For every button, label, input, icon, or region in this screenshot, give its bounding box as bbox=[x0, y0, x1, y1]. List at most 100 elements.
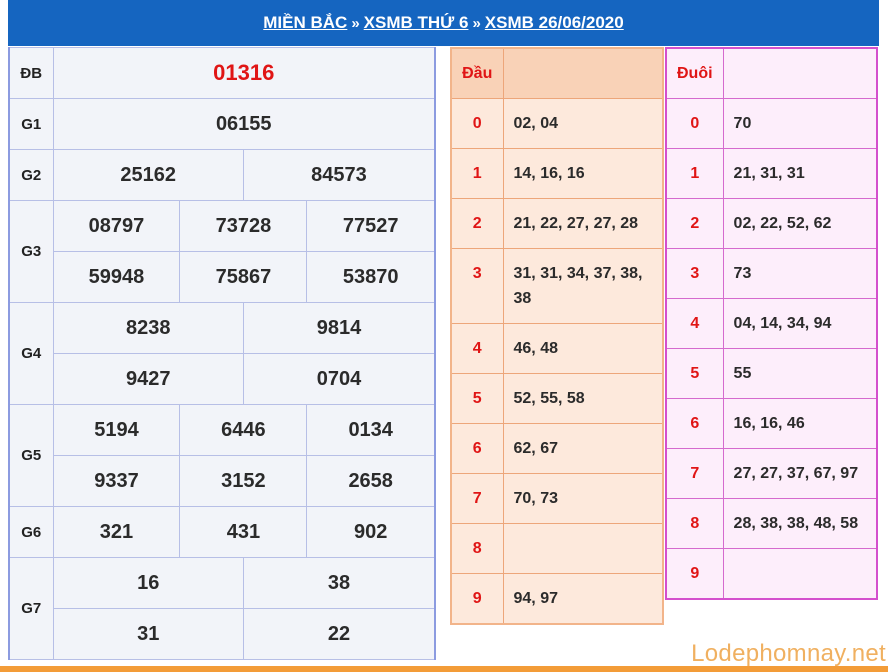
duoi-value: 21, 31, 31 bbox=[722, 148, 878, 199]
dau-row: 9 94, 97 bbox=[450, 573, 664, 625]
dau-key: 9 bbox=[450, 573, 504, 625]
prize-number: 9427 bbox=[52, 353, 244, 405]
duoi-key: 3 bbox=[665, 248, 724, 299]
duoi-row: 3 73 bbox=[665, 248, 878, 299]
dau-value: 94, 97 bbox=[502, 573, 664, 625]
duoi-value: 04, 14, 34, 94 bbox=[722, 298, 878, 349]
dau-value: 02, 04 bbox=[502, 98, 664, 149]
site-watermark: Lodephomnay.net bbox=[691, 640, 886, 667]
prize-number: 59948 bbox=[52, 251, 181, 303]
dau-row: 8 bbox=[450, 523, 664, 574]
duoi-row: 6 16, 16, 46 bbox=[665, 398, 878, 449]
prize-number: 0704 bbox=[242, 353, 436, 405]
dau-row: 5 52, 55, 58 bbox=[450, 373, 664, 424]
dau-key: 5 bbox=[450, 373, 504, 424]
prize-number: 25162 bbox=[52, 149, 244, 201]
dau-value: 52, 55, 58 bbox=[502, 373, 664, 424]
dau-value: 62, 67 bbox=[502, 423, 664, 474]
dau-value: 21, 22, 27, 27, 28 bbox=[502, 198, 664, 249]
dau-key: 6 bbox=[450, 423, 504, 474]
prize-number: 16 bbox=[52, 557, 244, 609]
prize-row-db: ĐB 01316 bbox=[8, 47, 436, 99]
duoi-row: 9 bbox=[665, 548, 878, 600]
prize-number: 902 bbox=[306, 506, 436, 558]
duoi-row: 8 28, 38, 38, 48, 58 bbox=[665, 498, 878, 549]
duoi-value: 70 bbox=[722, 98, 878, 149]
dau-key: 7 bbox=[450, 473, 504, 524]
prize-row-g7: 31 22 bbox=[9, 608, 436, 660]
duoi-value: 28, 38, 38, 48, 58 bbox=[722, 498, 878, 549]
breadcrumb-separator: » bbox=[351, 15, 360, 32]
prize-row-g6: G6 321 431 902 bbox=[8, 506, 436, 558]
duoi-header-row: Đuôi bbox=[665, 47, 878, 99]
prize-number: 3152 bbox=[179, 455, 308, 507]
prize-number: 431 bbox=[179, 506, 308, 558]
dau-key: 4 bbox=[450, 323, 504, 374]
prize-row-g2: G2 25162 84573 bbox=[8, 149, 436, 201]
dau-key: 1 bbox=[450, 148, 504, 199]
breadcrumb-xsmb-date-link[interactable]: XSMB 26/06/2020 bbox=[485, 13, 624, 32]
duoi-table: Đuôi 0 70 1 21, 31, 31 2 02, 22, 52, 62 3 73… bbox=[665, 47, 878, 600]
prize-number: 38 bbox=[242, 557, 436, 609]
prize-number: 73728 bbox=[179, 200, 308, 252]
dau-header: Đầu bbox=[450, 47, 504, 99]
dau-value bbox=[502, 523, 664, 574]
breadcrumb-xsmb-thu6-link[interactable]: XSMB THỨ 6 bbox=[364, 13, 469, 32]
dau-key: 0 bbox=[450, 98, 504, 149]
duoi-row: 5 55 bbox=[665, 348, 878, 399]
dau-row: 2 21, 22, 27, 27, 28 bbox=[450, 198, 664, 249]
prize-label: G7 bbox=[8, 557, 54, 660]
breadcrumb-mien-bac-link[interactable]: MIỀN BẮC bbox=[263, 13, 347, 32]
prize-row-g4: G4 8238 9814 bbox=[8, 302, 436, 405]
prize-number: 77527 bbox=[306, 200, 436, 252]
dau-value: 70, 73 bbox=[502, 473, 664, 524]
duoi-key: 0 bbox=[665, 98, 724, 149]
prize-number: 5194 bbox=[52, 404, 181, 456]
prize-row-g5: 9337 3152 2658 bbox=[9, 455, 436, 507]
dau-row: 0 02, 04 bbox=[450, 98, 664, 149]
prize-label: G1 bbox=[8, 98, 54, 150]
dau-row: 7 70, 73 bbox=[450, 473, 664, 524]
prize-row-g3: 59948 75867 53870 bbox=[9, 251, 436, 303]
dau-row: 3 31, 31, 34, 37, 38, 38 bbox=[450, 248, 664, 324]
breadcrumb-separator: » bbox=[472, 15, 481, 32]
dau-key: 2 bbox=[450, 198, 504, 249]
prize-number: 321 bbox=[52, 506, 181, 558]
duoi-value: 02, 22, 52, 62 bbox=[722, 198, 878, 249]
breadcrumb: MIỀN BẮC» XSMB THỨ 6» XSMB 26/06/2020 bbox=[8, 0, 879, 46]
prize-number: 31 bbox=[52, 608, 244, 660]
page: MIỀN BẮC» XSMB THỨ 6» XSMB 26/06/2020 ĐB 0… bbox=[0, 0, 888, 672]
duoi-row: 0 70 bbox=[665, 98, 878, 149]
duoi-key: 1 bbox=[665, 148, 724, 199]
prize-number: 2658 bbox=[306, 455, 436, 507]
prize-row-g5: G5 5194 6446 0134 bbox=[8, 404, 436, 507]
prize-label: ĐB bbox=[8, 47, 54, 99]
prize-number: 75867 bbox=[179, 251, 308, 303]
dau-header-empty bbox=[502, 47, 664, 99]
prize-number: 06155 bbox=[52, 98, 436, 150]
duoi-key: 2 bbox=[665, 198, 724, 249]
prize-number: 53870 bbox=[306, 251, 436, 303]
duoi-row: 2 02, 22, 52, 62 bbox=[665, 198, 878, 249]
duoi-key: 9 bbox=[665, 548, 724, 600]
duoi-key: 8 bbox=[665, 498, 724, 549]
duoi-value: 16, 16, 46 bbox=[722, 398, 878, 449]
duoi-row: 4 04, 14, 34, 94 bbox=[665, 298, 878, 349]
results-table: ĐB 01316 G1 06155 G2 25162 84573 G3 0879… bbox=[8, 47, 436, 660]
dau-key: 3 bbox=[450, 248, 504, 324]
duoi-value: 27, 27, 37, 67, 97 bbox=[722, 448, 878, 499]
duoi-key: 7 bbox=[665, 448, 724, 499]
prize-number-special: 01316 bbox=[52, 47, 436, 99]
dau-value: 14, 16, 16 bbox=[502, 148, 664, 199]
prize-number: 8238 bbox=[52, 302, 244, 354]
duoi-row: 1 21, 31, 31 bbox=[665, 148, 878, 199]
dau-table: Đầu 0 02, 04 1 14, 16, 16 2 21, 22, 27, 27,… bbox=[450, 47, 664, 625]
prize-label: G5 bbox=[8, 404, 54, 507]
prize-label: G4 bbox=[8, 302, 54, 405]
prize-number: 22 bbox=[242, 608, 436, 660]
dau-value: 31, 31, 34, 37, 38, 38 bbox=[502, 248, 664, 324]
duoi-value: 55 bbox=[722, 348, 878, 399]
dau-row: 4 46, 48 bbox=[450, 323, 664, 374]
dau-value: 46, 48 bbox=[502, 323, 664, 374]
prize-label: G3 bbox=[8, 200, 54, 303]
